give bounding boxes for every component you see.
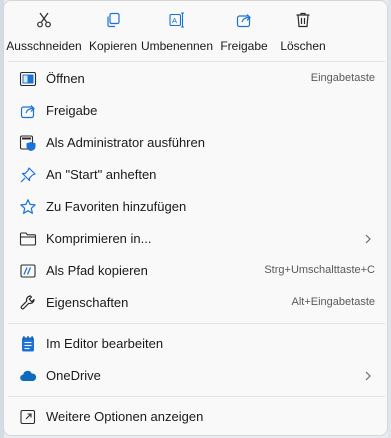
run-as-admin-label: Als Administrator ausführen — [46, 135, 205, 150]
add-favorites-label: Zu Favoriten hinzufügen — [46, 199, 187, 214]
cut-label: Ausschneiden — [6, 39, 82, 53]
edit-editor-label: Im Editor bearbeiten — [46, 336, 164, 351]
divider — [8, 323, 385, 324]
rename-label: Umbenennen — [140, 39, 214, 53]
wrench-icon — [19, 294, 37, 312]
menu-item-onedrive[interactable]: OneDrive — [8, 361, 383, 391]
share-button[interactable]: Freigabe — [216, 7, 272, 55]
open-shortcut: Eingabetaste — [310, 72, 375, 84]
notepad-icon — [19, 335, 37, 353]
menu-item-open[interactable]: Öffnen Eingabetaste — [8, 64, 383, 94]
menu-item-add-favorites[interactable]: Zu Favoriten hinzufügen — [8, 192, 383, 222]
scissors-icon — [35, 11, 53, 29]
share-icon — [19, 102, 37, 120]
copy-path-icon — [19, 262, 37, 280]
compress-label: Komprimieren in... — [46, 231, 152, 246]
copy-path-shortcut: Strg+Umschalttaste+C — [264, 264, 375, 276]
open-label: Öffnen — [46, 71, 85, 86]
copy-label: Kopieren — [88, 39, 138, 53]
cut-button[interactable]: Ausschneiden — [6, 7, 82, 55]
properties-label: Eigenschaften — [46, 295, 129, 310]
trash-icon — [294, 11, 312, 29]
menu-item-pin-start[interactable]: An "Start" anheften — [8, 160, 383, 190]
onedrive-label: OneDrive — [46, 368, 101, 383]
copy-icon — [104, 11, 122, 29]
copy-button[interactable]: Kopieren — [84, 7, 142, 55]
share-icon — [235, 11, 253, 29]
rename-icon: A — [168, 11, 186, 29]
svg-text:A: A — [172, 16, 177, 25]
onedrive-cloud-icon — [19, 367, 37, 385]
context-menu: Ausschneiden Kopieren A Umbenennen Freig… — [3, 0, 388, 436]
folder-icon — [19, 230, 37, 248]
menu-item-compress[interactable]: Komprimieren in... — [8, 224, 383, 254]
rename-button[interactable]: A Umbenennen — [140, 7, 214, 55]
chevron-right-icon — [363, 368, 373, 384]
copy-path-label: Als Pfad kopieren — [46, 263, 148, 278]
menu-item-run-as-admin[interactable]: Als Administrator ausführen — [8, 128, 383, 158]
menu-item-share[interactable]: Freigabe — [8, 96, 383, 126]
chevron-right-icon — [363, 231, 373, 247]
menu-item-more-options[interactable]: Weitere Optionen anzeigen — [8, 402, 383, 432]
pin-icon — [19, 166, 37, 184]
pin-start-label: An "Start" anheften — [46, 167, 157, 182]
external-open-icon — [19, 408, 37, 426]
delete-label: Löschen — [280, 39, 326, 53]
more-options-label: Weitere Optionen anzeigen — [46, 409, 204, 424]
admin-shield-icon — [19, 134, 37, 152]
star-icon — [19, 198, 37, 216]
divider — [8, 61, 385, 62]
delete-button[interactable]: Löschen — [274, 7, 332, 55]
share-label: Freigabe — [220, 39, 268, 53]
share-label: Freigabe — [46, 103, 98, 118]
menu-item-edit-editor[interactable]: Im Editor bearbeiten — [8, 329, 383, 359]
context-menu-toolbar: Ausschneiden Kopieren A Umbenennen Freig… — [4, 1, 387, 61]
window-icon — [19, 70, 37, 88]
menu-item-copy-path[interactable]: Als Pfad kopieren Strg+Umschalttaste+C — [8, 256, 383, 286]
properties-shortcut: Alt+Eingabetaste — [291, 296, 375, 308]
menu-item-properties[interactable]: Eigenschaften Alt+Eingabetaste — [8, 288, 383, 318]
divider — [8, 396, 385, 397]
